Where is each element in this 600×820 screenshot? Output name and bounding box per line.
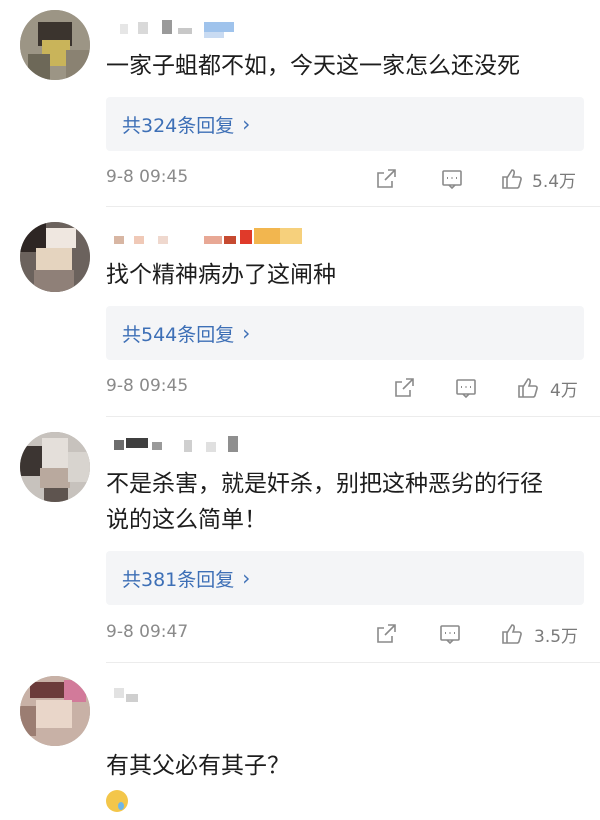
reply-count-label: 共324条回复: [122, 114, 235, 137]
comment-text: 找个精神病办了这闸种: [106, 262, 336, 288]
avatar[interactable]: [20, 432, 90, 502]
chevron-right-icon: ›: [242, 112, 251, 136]
comment-text: 不是杀害，就是奸杀，别把这种恶劣的行径 说的这么简单！: [106, 471, 543, 533]
comment-text: 有其父必有其子？: [106, 712, 576, 820]
thumbs-up-icon[interactable]: [500, 167, 524, 191]
comment-text-content: 有其父必有其子？: [106, 753, 290, 779]
chevron-right-icon: ›: [242, 321, 251, 345]
comment-icon[interactable]: [440, 167, 464, 191]
comment-meta: 9-8 09:47 3.5万: [106, 620, 586, 648]
thumbs-up-icon[interactable]: [500, 622, 524, 646]
comment-time: 9-8 09:47: [106, 622, 189, 642]
like-count: 5.4万: [532, 172, 577, 192]
reply-count-label: 共381条回复: [122, 568, 235, 591]
comment-meta: 9-8 09:45 4万: [106, 374, 586, 402]
share-icon[interactable]: [374, 167, 398, 191]
username[interactable]: [106, 228, 306, 250]
view-replies-button[interactable]: 共544条回复 ›: [106, 306, 584, 360]
avatar[interactable]: [20, 10, 90, 80]
thumbs-up-icon[interactable]: [516, 376, 540, 400]
like-count: 3.5万: [534, 627, 579, 647]
comment-icon[interactable]: [438, 622, 462, 646]
avatar[interactable]: [20, 222, 90, 292]
username[interactable]: [106, 18, 246, 40]
divider: [106, 206, 600, 207]
share-icon[interactable]: [374, 622, 398, 646]
username[interactable]: [106, 686, 166, 708]
comment-meta: 9-8 09:45 5.4万: [106, 165, 586, 193]
like-count: 4万: [550, 381, 578, 401]
username[interactable]: [106, 436, 266, 458]
reply-count-label: 共544条回复: [122, 323, 235, 346]
comment-time: 9-8 09:45: [106, 376, 189, 396]
sad-sweat-emoji-icon: [106, 790, 128, 812]
share-icon[interactable]: [392, 376, 416, 400]
divider: [106, 662, 600, 663]
divider: [106, 416, 600, 417]
avatar[interactable]: [20, 676, 90, 746]
view-replies-button[interactable]: 共324条回复 ›: [106, 97, 584, 151]
comment-icon[interactable]: [454, 376, 478, 400]
chevron-right-icon: ›: [242, 566, 251, 590]
comment-text: 一家子蛆都不如，今天这一家怎么还没死: [106, 53, 520, 79]
comment-time: 9-8 09:45: [106, 167, 189, 187]
view-replies-button[interactable]: 共381条回复 ›: [106, 551, 584, 605]
